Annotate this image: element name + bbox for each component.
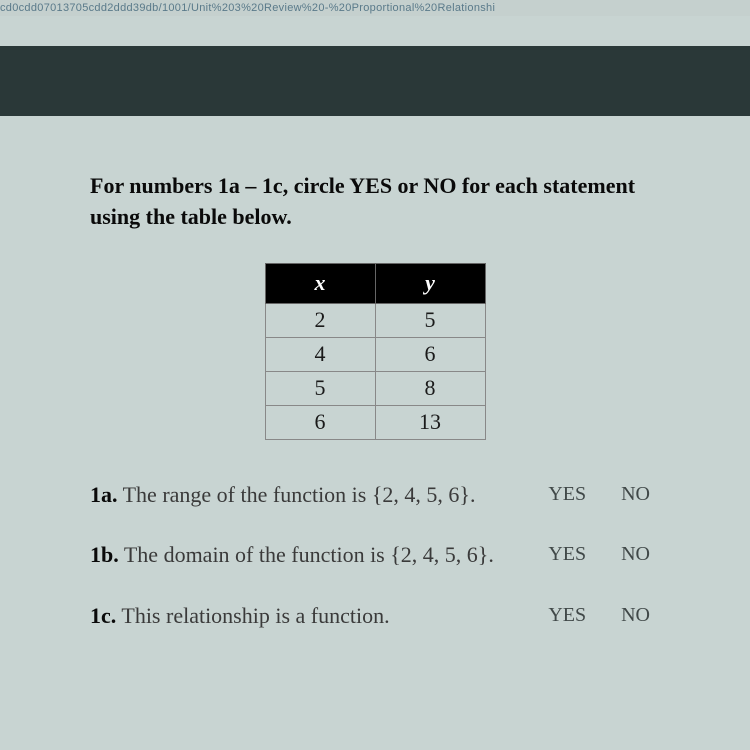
option-no[interactable]: NO — [621, 543, 650, 566]
table-cell: 13 — [375, 405, 485, 439]
table-cell: 4 — [265, 337, 375, 371]
question-1b: 1b. The domain of the function is {2, 4,… — [90, 540, 660, 571]
table-cell: 6 — [375, 337, 485, 371]
header-band — [0, 46, 750, 116]
question-text: 1b. The domain of the function is {2, 4,… — [90, 540, 548, 571]
url-bar: cd0cdd07013705cdd2ddd39db/1001/Unit%203%… — [0, 0, 750, 16]
option-no[interactable]: NO — [621, 604, 650, 627]
table-row: 5 8 — [265, 371, 485, 405]
question-text: 1a. The range of the function is {2, 4, … — [90, 480, 548, 511]
xy-table: x y 2 5 4 6 5 8 6 13 — [265, 263, 486, 440]
table-row: 6 13 — [265, 405, 485, 439]
question-1a: 1a. The range of the function is {2, 4, … — [90, 480, 660, 511]
table-cell: 5 — [265, 371, 375, 405]
question-body: The domain of the function is {2, 4, 5, … — [124, 542, 494, 567]
table-cell: 6 — [265, 405, 375, 439]
option-yes[interactable]: YES — [548, 483, 586, 506]
table-cell: 8 — [375, 371, 485, 405]
option-yes[interactable]: YES — [548, 604, 586, 627]
question-body: The range of the function is {2, 4, 5, 6… — [123, 482, 476, 507]
question-text: 1c. This relationship is a function. — [90, 601, 548, 632]
question-label: 1b. — [90, 542, 119, 567]
question-1c: 1c. This relationship is a function. YES… — [90, 601, 660, 632]
table-cell: 5 — [375, 303, 485, 337]
questions-list: 1a. The range of the function is {2, 4, … — [90, 480, 660, 632]
option-yes[interactable]: YES — [548, 543, 586, 566]
table-cell: 2 — [265, 303, 375, 337]
question-label: 1a. — [90, 482, 118, 507]
option-no[interactable]: NO — [621, 483, 650, 506]
question-label: 1c. — [90, 603, 116, 628]
table-header-y: y — [375, 263, 485, 303]
table-row: 2 5 — [265, 303, 485, 337]
question-body: This relationship is a function. — [121, 603, 389, 628]
table-header-x: x — [265, 263, 375, 303]
table-row: 4 6 — [265, 337, 485, 371]
instructions-text: For numbers 1a – 1c, circle YES or NO fo… — [90, 171, 660, 233]
content-area: For numbers 1a – 1c, circle YES or NO fo… — [0, 116, 750, 632]
